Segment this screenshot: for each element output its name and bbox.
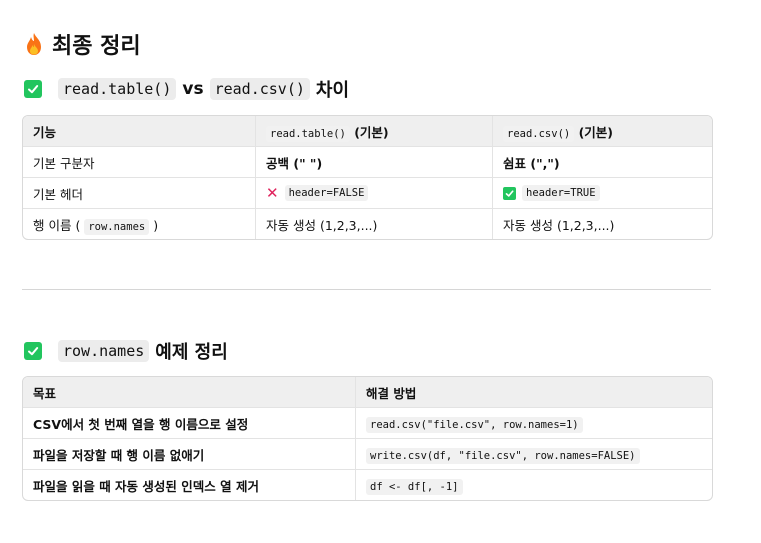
goal-cell: CSV에서 첫 번째 열을 행 이름으로 설정 (23, 408, 356, 439)
vs-label: vs (182, 79, 204, 99)
goal-cell: 파일을 읽을 때 자동 생성된 인덱스 열 제거 (23, 470, 356, 500)
examples-label: 예제 정리 (155, 342, 228, 363)
read-table-cell: ✕ header=FALSE (256, 178, 493, 209)
comparison-table: 기능 read.table() (기본) read.csv() (기본) 기본 … (22, 115, 713, 240)
difference-label: 차이 (315, 80, 350, 101)
cross-mark-icon: ✕ (266, 184, 279, 202)
table-row: CSV에서 첫 번째 열을 행 이름으로 설정 read.csv("file.c… (23, 408, 712, 439)
header-read-csv: read.csv() (기본) (493, 116, 712, 147)
check-box-icon (503, 186, 516, 200)
feature-cell: 기본 구분자 (23, 147, 256, 178)
section2-heading: row.names 예제 정리 (24, 338, 228, 364)
table-header-row: 목표 해결 방법 (23, 377, 712, 408)
header-feature: 기능 (23, 116, 256, 147)
section-divider (22, 289, 711, 290)
solution-cell: read.csv("file.csv", row.names=1) (356, 408, 712, 439)
table-row: 파일을 읽을 때 자동 생성된 인덱스 열 제거 df <- df[, -1] (23, 470, 712, 500)
feature-cell: 기본 헤더 (23, 178, 256, 209)
fire-icon (24, 32, 44, 56)
table-row: 행 이름 ( row.names ) 자동 생성 (1,2,3,...) 자동 … (23, 209, 712, 239)
feature-cell: 행 이름 ( row.names ) (23, 209, 256, 239)
table-row: 기본 구분자 공백 (" ") 쉼표 (",") (23, 147, 712, 178)
read-table-code: read.table() (58, 78, 177, 100)
solution-cell: df <- df[, -1] (356, 470, 712, 500)
header-solution: 해결 방법 (356, 377, 712, 408)
row-names-code: row.names (58, 340, 150, 362)
header-read-table: read.table() (기본) (256, 116, 493, 147)
table-row: 파일을 저장할 때 행 이름 없애기 write.csv(df, "file.c… (23, 439, 712, 470)
header-goal: 목표 (23, 377, 356, 408)
examples-table: 목표 해결 방법 CSV에서 첫 번째 열을 행 이름으로 설정 read.cs… (22, 376, 713, 501)
read-table-cell: 자동 생성 (1,2,3,...) (256, 209, 493, 239)
page-title: 최종 정리 (52, 34, 141, 59)
section1-heading: read.table() vs read.csv() 차이 (24, 76, 349, 102)
read-csv-cell: header=TRUE (493, 178, 712, 209)
read-csv-code: read.csv() (209, 78, 310, 100)
table-row: 기본 헤더 ✕ header=FALSE header=TRUE (23, 178, 712, 209)
goal-cell: 파일을 저장할 때 행 이름 없애기 (23, 439, 356, 470)
page-heading: 최종 정리 (24, 28, 141, 60)
check-box-icon (24, 80, 42, 98)
solution-cell: write.csv(df, "file.csv", row.names=FALS… (356, 439, 712, 470)
read-csv-cell: 자동 생성 (1,2,3,...) (503, 217, 615, 233)
read-table-cell: 공백 (" ") (256, 147, 493, 178)
read-csv-cell: 쉼표 (",") (493, 147, 712, 178)
check-box-icon (24, 342, 42, 360)
table-header-row: 기능 read.table() (기본) read.csv() (기본) (23, 116, 712, 147)
